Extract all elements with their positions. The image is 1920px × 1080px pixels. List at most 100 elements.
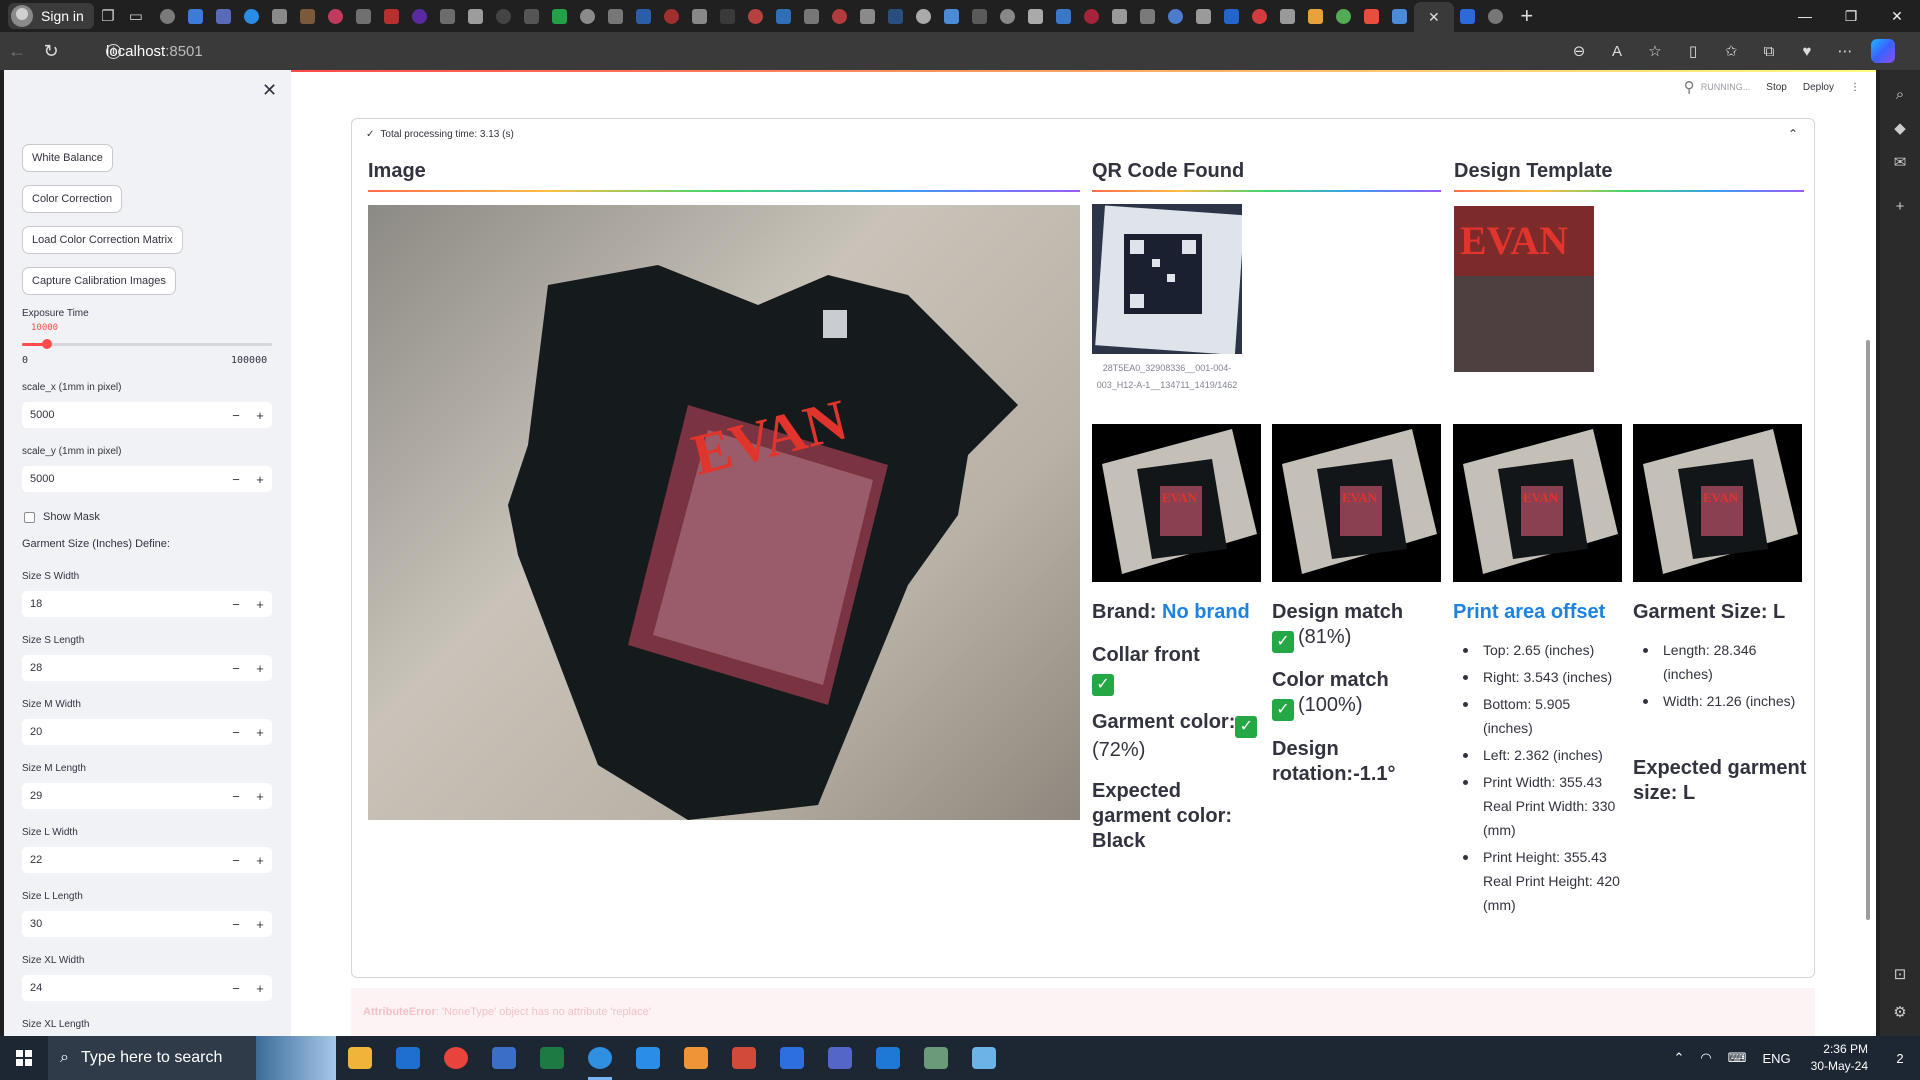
decrement-icon[interactable]: − xyxy=(224,725,248,740)
scale-y-value[interactable]: 5000 xyxy=(22,473,224,485)
site-info-icon[interactable]: i xyxy=(106,43,121,59)
main-menu-icon[interactable]: ⋮ xyxy=(1850,82,1860,93)
decrement-icon[interactable]: − xyxy=(224,981,248,996)
increment-icon[interactable]: + xyxy=(248,917,272,932)
size-input-value[interactable]: 28 xyxy=(22,662,224,674)
show-mask-checkbox[interactable] xyxy=(24,512,35,523)
taskbar-app-icon[interactable] xyxy=(384,1036,432,1080)
decrement-icon[interactable]: − xyxy=(224,408,248,423)
refresh-icon[interactable]: ↻ xyxy=(34,36,68,66)
increment-icon[interactable]: + xyxy=(248,853,272,868)
taskbar-app-icon[interactable] xyxy=(912,1036,960,1080)
taskbar-app-icon[interactable] xyxy=(480,1036,528,1080)
extensions-icon[interactable]: ♥ xyxy=(1790,36,1824,66)
size-input-value[interactable]: 20 xyxy=(22,726,224,738)
tab-favicon[interactable] xyxy=(1274,0,1302,32)
tab-favicon[interactable] xyxy=(406,0,434,32)
size-input-value[interactable]: 18 xyxy=(22,598,224,610)
favorites-icon[interactable]: ✩ xyxy=(1714,36,1748,66)
increment-icon[interactable]: + xyxy=(248,981,272,996)
scale-x-value[interactable]: 5000 xyxy=(22,409,224,421)
deploy-button[interactable]: Deploy xyxy=(1803,82,1834,93)
decrement-icon[interactable]: − xyxy=(224,789,248,804)
tab-favicon[interactable] xyxy=(1386,0,1414,32)
tab-favicon[interactable] xyxy=(462,0,490,32)
size-input[interactable]: 28− + xyxy=(22,655,272,681)
tab-favicon[interactable] xyxy=(686,0,714,32)
copilot-sidebar-icon[interactable]: ◆ xyxy=(1888,116,1912,140)
tab-favicon[interactable] xyxy=(798,0,826,32)
favorite-star-icon[interactable]: ☆ xyxy=(1638,36,1672,66)
decrement-icon[interactable]: − xyxy=(224,472,248,487)
tab-favicon[interactable] xyxy=(1246,0,1274,32)
load-ccm-button[interactable]: Load Color Correction Matrix xyxy=(22,226,183,254)
decrement-icon[interactable]: − xyxy=(224,853,248,868)
tab-favicon[interactable] xyxy=(658,0,686,32)
url-field[interactable]: i localhost:8501 xyxy=(106,43,203,60)
start-button[interactable] xyxy=(0,1036,48,1080)
taskbar-app-icon[interactable] xyxy=(864,1036,912,1080)
tab-favicon[interactable] xyxy=(238,0,266,32)
tab-favicon[interactable] xyxy=(1330,0,1358,32)
tab-favicon[interactable] xyxy=(266,0,294,32)
size-input[interactable]: 20− + xyxy=(22,719,272,745)
search-highlight-image[interactable] xyxy=(256,1036,336,1080)
screenshot-icon[interactable]: ⊡ xyxy=(1888,962,1912,986)
tab-favicon[interactable] xyxy=(154,0,182,32)
keyboard-icon[interactable]: ⌨ xyxy=(1720,1050,1755,1066)
tab-favicon[interactable] xyxy=(966,0,994,32)
profile-button[interactable]: Sign in xyxy=(8,3,94,29)
tab-favicon[interactable] xyxy=(742,0,770,32)
wifi-icon[interactable]: ◠ xyxy=(1692,1050,1719,1066)
exposure-slider[interactable] xyxy=(22,339,272,349)
tab-favicon[interactable] xyxy=(1190,0,1218,32)
decrement-icon[interactable]: − xyxy=(224,917,248,932)
settings-gear-icon[interactable]: ⚙ xyxy=(1888,1000,1912,1024)
tab-favicon[interactable] xyxy=(518,0,546,32)
increment-icon[interactable]: + xyxy=(248,472,272,487)
new-tab-button[interactable]: + xyxy=(1510,0,1544,32)
stop-button[interactable]: Stop xyxy=(1766,82,1787,93)
close-window-icon[interactable]: ✕ xyxy=(1874,0,1920,32)
close-sidebar-icon[interactable]: ✕ xyxy=(262,80,277,101)
tab-favicon[interactable] xyxy=(882,0,910,32)
tab-favicon[interactable] xyxy=(1078,0,1106,32)
tab-favicon[interactable] xyxy=(1218,0,1246,32)
minimize-icon[interactable]: — xyxy=(1782,0,1828,32)
tab-favicon[interactable] xyxy=(714,0,742,32)
tab-favicon[interactable] xyxy=(546,0,574,32)
increment-icon[interactable]: + xyxy=(248,408,272,423)
tab-favicon[interactable] xyxy=(1050,0,1078,32)
size-input[interactable]: 30− + xyxy=(22,911,272,937)
tab-favicon[interactable] xyxy=(1358,0,1386,32)
tab-favicon[interactable] xyxy=(378,0,406,32)
taskbar-app-icon[interactable] xyxy=(432,1036,480,1080)
taskbar-app-icon[interactable] xyxy=(672,1036,720,1080)
tab-favicon[interactable] xyxy=(210,0,238,32)
tab-favicon[interactable] xyxy=(490,0,518,32)
tab-favicon[interactable] xyxy=(1134,0,1162,32)
tab-favicon[interactable] xyxy=(1454,0,1482,32)
tab-favicon[interactable] xyxy=(994,0,1022,32)
collections-icon[interactable]: ⧉ xyxy=(1752,36,1786,66)
size-input-value[interactable]: 24 xyxy=(22,982,224,994)
scale-y-input[interactable]: 5000 − + xyxy=(22,466,272,492)
tab-favicon[interactable] xyxy=(182,0,210,32)
size-input[interactable]: 24− + xyxy=(22,975,272,1001)
taskbar-app-icon[interactable] xyxy=(528,1036,576,1080)
tab-favicon[interactable] xyxy=(630,0,658,32)
capture-calibration-button[interactable]: Capture Calibration Images xyxy=(22,267,176,295)
tab-favicon[interactable] xyxy=(1022,0,1050,32)
tab-active[interactable]: ✕ xyxy=(1413,2,1454,32)
read-aloud-icon[interactable]: A xyxy=(1600,36,1634,66)
decrement-icon[interactable]: − xyxy=(224,597,248,612)
white-balance-button[interactable]: White Balance xyxy=(22,144,113,172)
search-icon[interactable]: ⌕ xyxy=(1888,82,1912,106)
tab-favicon[interactable] xyxy=(294,0,322,32)
more-icon[interactable]: ⋯ xyxy=(1828,36,1862,66)
zoom-icon[interactable]: ⊖ xyxy=(1562,36,1596,66)
workspaces-icon[interactable]: ❐ xyxy=(94,2,122,30)
size-input[interactable]: 29− + xyxy=(22,783,272,809)
tray-overflow-icon[interactable]: ⌃ xyxy=(1665,1050,1692,1066)
tab-favicon[interactable] xyxy=(1106,0,1134,32)
